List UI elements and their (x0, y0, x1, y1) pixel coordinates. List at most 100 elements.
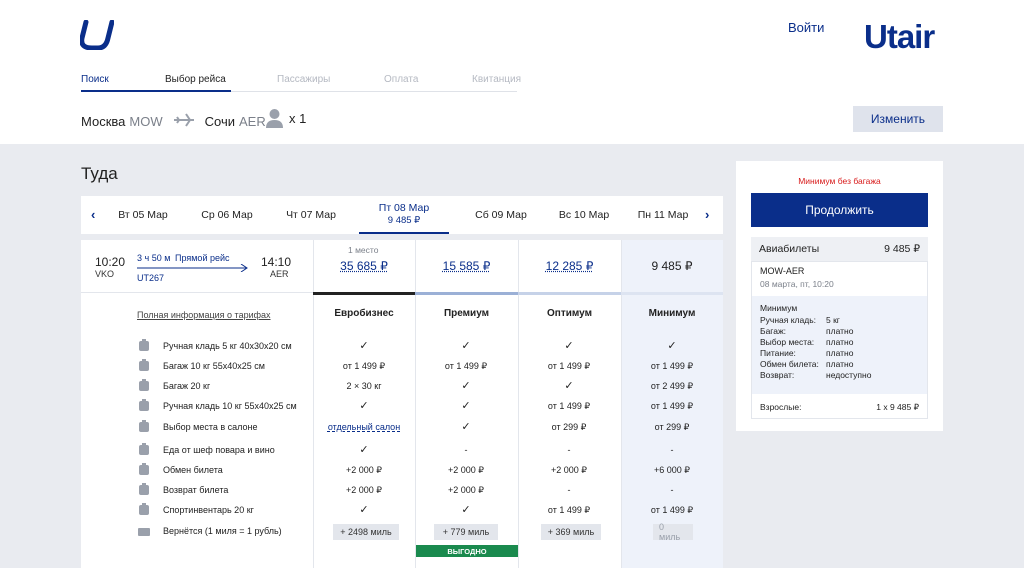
login-link[interactable]: Войти (788, 20, 824, 35)
feature-value: - (567, 485, 571, 495)
fare-row-key: Возврат: (760, 370, 795, 380)
brand-logo[interactable]: Utair (864, 18, 935, 56)
adults-label: Взрослые: (760, 402, 802, 412)
feature-label: Багаж 20 кг (163, 381, 211, 391)
fare-row-value: платно (826, 348, 854, 358)
feature-value: ✓ (461, 421, 471, 433)
fare-row-value: платно (826, 359, 854, 369)
feature-value: +2 000 ₽ (550, 465, 587, 475)
feature-value: от 299 ₽ (654, 422, 690, 432)
feature-value: ✓ (461, 504, 471, 516)
feature-value: - (670, 445, 674, 455)
date-option-selected[interactable]: Пт 08 Мар 9 485 ₽ (359, 196, 449, 234)
feature-value: +2 000 ₽ (447, 465, 484, 475)
change-search-button[interactable]: Изменить (853, 106, 943, 132)
feature-value[interactable]: отдельный салон (319, 420, 409, 434)
date-label: Пт 08 Мар (378, 202, 430, 214)
date-label: Ср 06 Мар (201, 209, 253, 221)
feature-value: - (464, 445, 468, 455)
to-code: AER (238, 113, 266, 129)
tickets-total: 9 485 ₽ (884, 243, 920, 255)
exchange-icon (139, 463, 149, 475)
feature-value: от 1 499 ₽ (547, 361, 591, 371)
feature-value: от 1 499 ₽ (547, 401, 591, 411)
refund-icon (139, 483, 149, 495)
fare-row-key: Обмен билета: (760, 359, 819, 369)
price-value: 15 585 ₽ (442, 259, 491, 273)
flight-direct[interactable]: Прямой рейс (175, 253, 230, 263)
departure-time: 10:20 (95, 255, 126, 269)
from-city: Москва (81, 113, 126, 129)
price-value: 9 485 ₽ (651, 259, 693, 273)
feature-value: ✓ (359, 400, 369, 412)
feature-value: ✓ (564, 380, 574, 392)
fare-row-value: 5 кг (826, 315, 840, 325)
baggage-20-icon (139, 379, 149, 391)
feature-label: Выбор места в салоне (163, 422, 258, 432)
baggage-10-icon (139, 359, 149, 371)
date-label: Сб 09 Мар (475, 209, 527, 221)
arrival-time: 14:10 (261, 255, 292, 269)
continue-button[interactable]: Продолжить (751, 193, 928, 227)
price-eurobusiness[interactable]: 35 685 ₽ (313, 240, 415, 292)
miles-minimum: 0 миль (653, 522, 693, 542)
fare-row-value: платно (826, 326, 854, 336)
feature-label: Ручная кладь 10 кг 55x40x25 см (163, 401, 297, 411)
sport-icon (139, 503, 149, 515)
step-receipt: Квитанция (472, 74, 522, 85)
fare-table: 10:20 VKO 3 ч 50 м Прямой рейс UT267 14:… (81, 240, 723, 568)
fare-row-value: платно (826, 337, 854, 347)
seat-icon (139, 420, 149, 432)
feature-value: - (567, 445, 571, 455)
arrival-code: AER (270, 269, 289, 279)
direction-title: Туда (81, 164, 118, 183)
miles-eurobusiness: + 2498 миль (333, 524, 399, 540)
feature-value: 2 × 30 кг (346, 381, 382, 391)
miles-premium: + 779 миль (434, 524, 498, 540)
fare-row-key: Выбор места: (760, 337, 815, 347)
date-option[interactable]: Сб 09 Мар (469, 196, 533, 234)
feature-value: ✓ (461, 380, 471, 392)
step-flight-select: Выбор рейса (165, 74, 226, 85)
feature-value: от 299 ₽ (551, 422, 587, 432)
date-selector: ‹ Вт 05 Мар Ср 06 Мар Чт 07 Мар Пт 08 Ма… (81, 196, 723, 234)
feature-value: +2 000 ₽ (447, 485, 484, 495)
booking-summary: Минимум без багажа Продолжить Авиабилеты… (736, 161, 943, 431)
full-fare-info-link[interactable]: Полная информация о тарифах (137, 310, 271, 320)
prev-dates-chevron-icon[interactable]: ‹ (91, 207, 95, 222)
feature-value: от 2 499 ₽ (650, 381, 694, 391)
hand-luggage-10-icon (139, 399, 149, 411)
feature-value: ✓ (359, 444, 369, 456)
date-label: Чт 07 Мар (286, 209, 336, 221)
date-option[interactable]: Чт 07 Мар (279, 196, 343, 234)
tickets-label: Авиабилеты (759, 243, 820, 255)
date-option[interactable]: Вс 10 Мар (553, 196, 615, 234)
hand-luggage-icon (139, 339, 149, 351)
date-option[interactable]: Ср 06 Мар (193, 196, 261, 234)
feature-value: ✓ (667, 340, 677, 352)
date-label: Вт 05 Мар (118, 209, 168, 221)
fare-row-key: Питание: (760, 348, 796, 358)
price-premium[interactable]: 15 585 ₽ (415, 240, 518, 292)
header: Войти Utair Поиск Выбор рейса Пассажиры … (0, 0, 1024, 144)
from-code: MOW (129, 113, 163, 129)
feature-label: Спортинвентарь 20 кг (163, 505, 254, 515)
price-minimum[interactable]: 9 485 ₽ (621, 240, 723, 292)
feature-value: от 1 499 ₽ (444, 361, 488, 371)
plane-icon (173, 112, 195, 130)
price-optimum[interactable]: 12 285 ₽ (518, 240, 621, 292)
date-option[interactable]: Пн 11 Мар (635, 196, 691, 234)
next-dates-chevron-icon[interactable]: › (705, 207, 709, 222)
utair-logo-icon[interactable] (79, 19, 115, 55)
date-label: Пн 11 Мар (637, 209, 689, 221)
date-option[interactable]: Вт 05 Мар (111, 196, 175, 234)
flight-duration[interactable]: 3 ч 50 м (137, 253, 170, 263)
feature-label: Обмен билета (163, 465, 223, 475)
tier-bar-minimum (621, 292, 723, 295)
price-value: 12 285 ₽ (545, 259, 594, 273)
summary-fare: Минимум Ручная кладь: 5 кг Багаж: платно Выб… (752, 296, 927, 394)
flight-number[interactable]: UT267 (137, 273, 164, 283)
adults-value: 1 x 9 485 ₽ (876, 402, 919, 412)
step-search[interactable]: Поиск (81, 74, 109, 85)
feature-value: от 1 499 ₽ (650, 505, 694, 515)
